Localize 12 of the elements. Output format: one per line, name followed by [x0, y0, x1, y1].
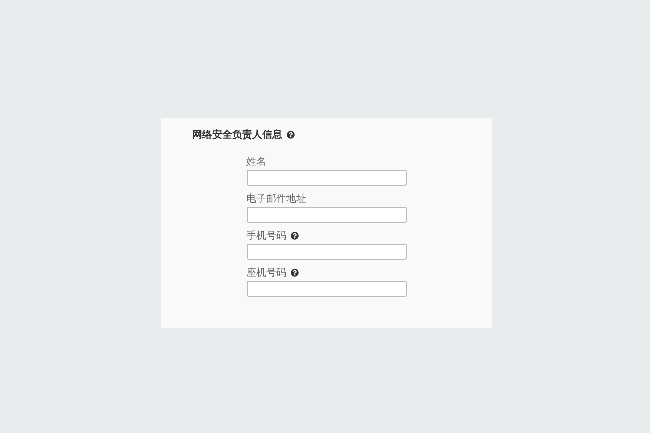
input-field[interactable]	[246, 207, 406, 223]
field-label: 手机号码	[246, 230, 286, 242]
help-icon[interactable]	[290, 268, 298, 276]
field-label: 电子邮件地址	[246, 192, 306, 206]
input-field[interactable]	[246, 281, 406, 297]
help-icon[interactable]	[286, 131, 294, 139]
help-icon[interactable]	[290, 232, 298, 240]
input-field[interactable]	[246, 244, 406, 260]
field-label: 姓名	[246, 156, 266, 168]
section-title: 网络安全负责人信息	[192, 128, 282, 142]
field-label: 座机号码	[246, 266, 286, 280]
input-field[interactable]	[246, 170, 406, 186]
